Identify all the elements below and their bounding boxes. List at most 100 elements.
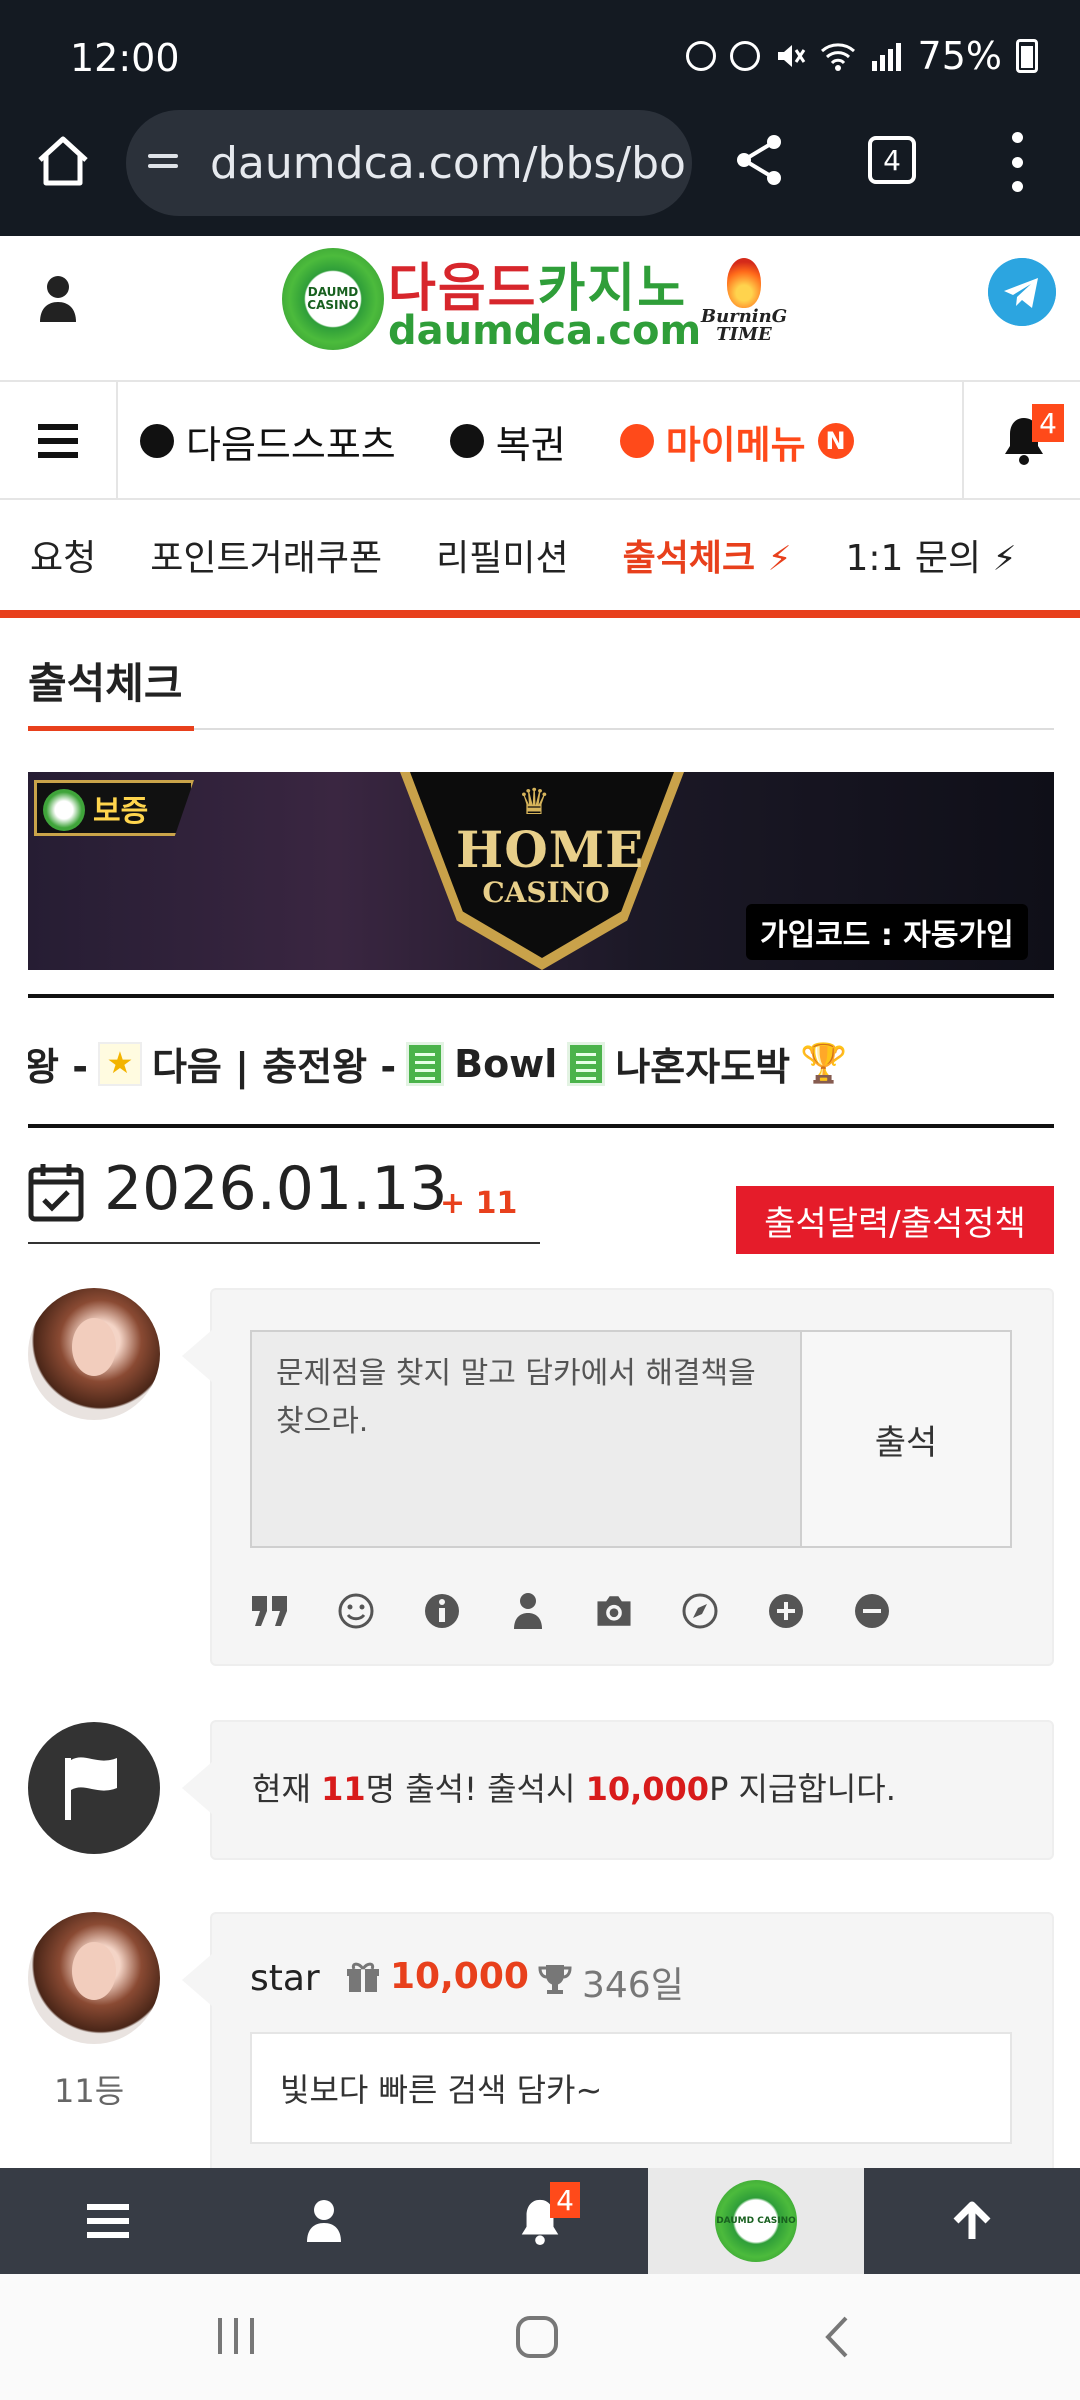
plus-circle-icon[interactable] <box>766 1591 806 1631</box>
gift-icon <box>347 1962 379 1992</box>
nav-item-mymenu[interactable]: 마이메뉴 N <box>619 414 854 469</box>
user-icon <box>307 2200 341 2242</box>
info-icon[interactable] <box>422 1591 462 1631</box>
url-bar[interactable]: daumdca.com/bbs/bo <box>126 110 692 216</box>
submenu-label: 1:1 문의 <box>845 538 982 579</box>
info-mid: 명 출석! 출석시 <box>365 1770 586 1808</box>
logo-badge-text: DAUMD CASINO <box>307 285 359 312</box>
url-text: daumdca.com/bbs/bo <box>210 137 686 189</box>
logo-icon: DAUMD CASINO <box>715 2180 797 2262</box>
guarantee-text: 보증 <box>93 794 149 829</box>
burning-line2: TIME <box>716 324 772 345</box>
camera-icon[interactable] <box>594 1591 634 1631</box>
submenu-item[interactable]: 요청 <box>30 529 96 581</box>
submenu-item[interactable]: 포인트거래쿠폰 <box>150 529 382 581</box>
entry-comment: 빛보다 빠른 검색 담카~ <box>250 2032 1012 2144</box>
bottom-user-button[interactable] <box>216 2168 432 2274</box>
home-button-icon[interactable] <box>514 2314 560 2360</box>
emoji-icon[interactable] <box>336 1591 376 1631</box>
bottom-home-logo-button[interactable]: DAUMD CASINO <box>648 2168 864 2274</box>
crown-icon: ♛ <box>518 782 551 823</box>
ticker-part: 다음 | 충전왕 - <box>151 1045 397 1089</box>
bottom-notifications-button[interactable]: 4 <box>432 2168 648 2274</box>
title-divider <box>28 726 1054 731</box>
nav-label: 마이메뉴 <box>665 422 806 467</box>
site-settings-icon[interactable] <box>148 148 188 178</box>
attendance-textarea[interactable]: 문제점을 찾지 말고 담카에서 해결책을 찾으라. <box>250 1330 802 1548</box>
entry-username[interactable]: star <box>250 1958 320 1999</box>
flag-avatar <box>28 1722 160 1854</box>
notification-count: 4 <box>1032 404 1064 442</box>
banner-brand-top: HOME <box>456 820 645 879</box>
battery-icon <box>1016 39 1038 73</box>
status-icons: 75% <box>685 34 1038 78</box>
bolt-icon: ⚡ <box>992 539 1017 579</box>
telegram-icon[interactable] <box>988 258 1056 326</box>
flag-icon <box>65 1757 117 1820</box>
entry-points: 10,000 <box>390 1956 529 1997</box>
battery-percent: 75% <box>917 34 1002 78</box>
submenu-item-inquiry[interactable]: 1:1 문의 ⚡ <box>845 529 1016 581</box>
ticker-part: 나혼자도박 <box>615 1045 791 1089</box>
info-count: 11 <box>321 1770 366 1808</box>
status-time: 12:00 <box>70 36 180 80</box>
signal-icon <box>871 43 901 71</box>
info-prefix: 현재 <box>252 1770 322 1808</box>
wifi-icon <box>820 43 855 71</box>
menu-icon[interactable] <box>0 382 118 500</box>
back-icon[interactable] <box>822 2314 852 2360</box>
info-amount: 10,000 <box>585 1770 710 1808</box>
bottom-nav: 4 DAUMD CASINO <box>0 2168 1080 2274</box>
logo-badge[interactable]: DAUMD CASINO <box>282 248 384 350</box>
new-badge: N <box>817 423 854 459</box>
nav-item-lottery[interactable]: 복권 <box>449 414 566 469</box>
avatar[interactable] <box>28 1912 160 2044</box>
share-icon[interactable] <box>730 130 790 190</box>
policy-button[interactable]: 출석달력/출석정책 <box>736 1186 1054 1254</box>
system-nav-bar <box>0 2274 1080 2400</box>
mini-logo-icon <box>43 789 85 831</box>
join-code: 가입코드 : 자동가입 <box>746 904 1028 960</box>
more-options-icon[interactable] <box>1012 132 1024 192</box>
quote-icon[interactable] <box>250 1591 290 1631</box>
compass-icon[interactable] <box>680 1591 720 1631</box>
dot-icon <box>140 424 174 458</box>
trophy-icon <box>538 1965 572 1994</box>
banner-brand-bottom: CASINO <box>482 876 610 909</box>
star-icon: ★ <box>97 1041 142 1086</box>
mute-icon <box>777 45 805 67</box>
logo-domain[interactable]: daumdca.com <box>388 308 701 354</box>
submenu-label: 출석체크 <box>622 538 756 579</box>
home-icon[interactable] <box>34 132 92 190</box>
browser-toolbar: daumdca.com/bbs/bo 4 <box>0 100 1080 236</box>
nav-item-sports[interactable]: 다음드스포츠 <box>140 414 396 469</box>
avatar[interactable] <box>28 1288 160 1420</box>
info-suffix: P 지급합니다. <box>709 1770 896 1808</box>
nav-label: 복권 <box>495 422 566 467</box>
document-icon <box>406 1041 445 1086</box>
attend-button[interactable]: 출석 <box>800 1330 1012 1548</box>
dot-icon <box>449 424 484 458</box>
date-underline <box>28 1242 540 1244</box>
recycle-icon <box>685 41 716 71</box>
casino-banner[interactable]: 보증 ♛ HOME CASINO 가입코드 : 자동가입 <box>28 772 1054 970</box>
recent-apps-icon[interactable] <box>214 2314 258 2358</box>
submenu-item[interactable]: 리필미션 <box>436 529 568 581</box>
person-icon[interactable] <box>508 1591 548 1631</box>
bottom-menu-button[interactable] <box>0 2168 216 2274</box>
attendance-info: 현재 11명 출석! 출석시 10,000P 지급합니다. <box>252 1764 896 1810</box>
site-header: DAUMD CASINO 다음드카지노 daumdca.com BurninG … <box>0 236 1080 382</box>
tabs-button[interactable]: 4 <box>868 136 916 184</box>
minus-circle-icon[interactable] <box>852 1591 892 1631</box>
ticker-part: 왕 - <box>28 1045 88 1089</box>
scroll-top-button[interactable] <box>864 2168 1080 2274</box>
document-icon <box>567 1041 606 1086</box>
page-title: 출석체크 <box>28 659 183 708</box>
notification-count: 4 <box>550 2182 580 2218</box>
flame-icon <box>727 258 761 308</box>
notifications-button[interactable]: 4 <box>962 382 1080 500</box>
main-nav: 다음드스포츠 복권 마이메뉴 N 4 <box>0 382 1080 500</box>
user-icon[interactable] <box>38 274 78 324</box>
submenu-item-attendance[interactable]: 출석체크 ⚡ <box>623 529 792 581</box>
burning-time-logo[interactable]: BurninG TIME <box>694 258 794 358</box>
